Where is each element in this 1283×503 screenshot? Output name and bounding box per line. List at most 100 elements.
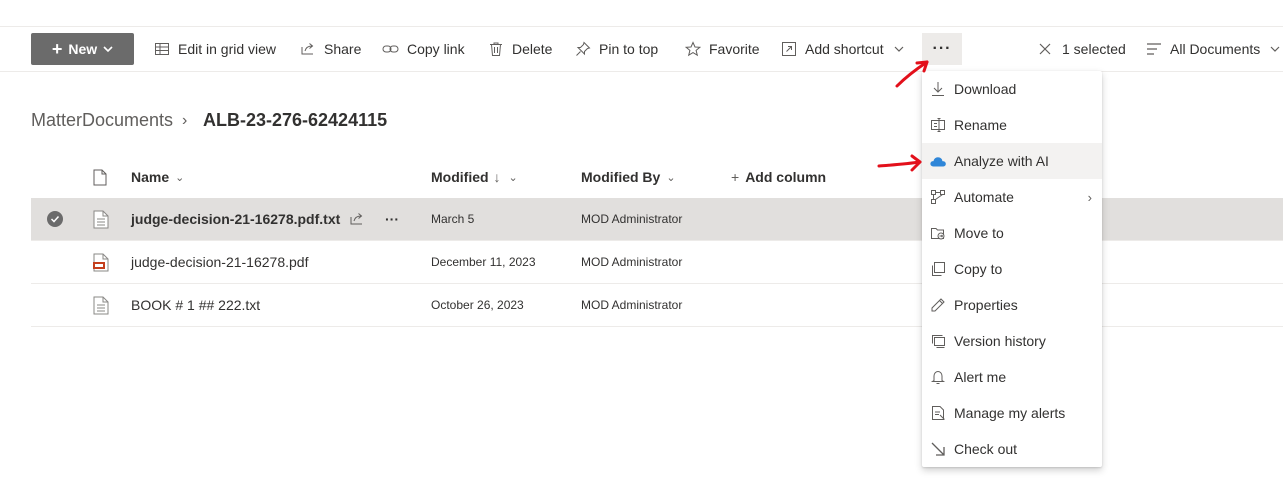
rename-icon [922,117,954,133]
edit-grid-view-button[interactable]: Edit in grid view [154,33,276,65]
clear-selection-button[interactable]: 1 selected [1038,33,1126,65]
menu-item-label: Copy to [954,261,1003,277]
move-to-icon [922,225,954,241]
annotation-arrow [895,60,929,88]
edit-grid-label: Edit in grid view [178,41,277,57]
copy-to-icon [922,261,954,277]
top-divider [0,26,1283,27]
text-file-icon [93,198,109,240]
more-actions-menu: Download Rename Analyze with AI Automate… [922,71,1102,467]
annotation-arrow [877,154,922,172]
row-more-icon[interactable]: ··· [385,198,399,240]
modified-by[interactable]: MOD Administrator [581,241,682,283]
chevron-down-icon: ⌄ [175,171,185,184]
file-type-header[interactable] [93,156,107,198]
plus-icon: + [51,39,63,59]
pdf-file-icon [93,241,110,283]
add-column-button[interactable]: + Add column [731,156,826,198]
selection-count: 1 selected [1062,41,1126,57]
breadcrumb-separator: › [182,112,188,129]
trash-icon [490,42,502,56]
chevron-down-icon: ⌄ [508,171,518,184]
add-shortcut-button[interactable]: Add shortcut [781,33,904,65]
new-button[interactable]: + New [31,33,134,65]
share-icon[interactable] [349,198,365,240]
file-name-link[interactable]: judge-decision-21-16278.pdf.txt [131,198,340,240]
pin-to-top-label: Pin to top [599,41,659,57]
chevron-down-icon [894,46,904,52]
menu-item-label: Check out [954,441,1018,457]
shortcut-icon [782,42,796,56]
sort-descending-icon: ↓ [493,169,501,185]
favorite-label: Favorite [709,41,760,57]
view-list-icon [1147,43,1161,55]
menu-item-analyze-with-ai[interactable]: Analyze with AI [922,143,1102,179]
menu-item-label: Download [954,81,1017,97]
menu-item-label: Alert me [954,369,1007,385]
share-button[interactable]: Share [300,33,361,65]
modified-date: October 26, 2023 [431,298,524,312]
row-checkmark-icon[interactable] [47,211,63,227]
star-icon [685,41,701,57]
favorite-button[interactable]: Favorite [685,33,760,65]
menu-item-properties[interactable]: Properties [922,287,1102,323]
pin-to-top-button[interactable]: Pin to top [575,33,658,65]
link-icon [382,45,399,53]
new-button-label: New [68,41,98,57]
pin-icon [576,41,591,56]
menu-item-version-history[interactable]: Version history [922,323,1102,359]
modified-by[interactable]: MOD Administrator [581,198,682,240]
menu-item-label: Properties [954,297,1018,313]
modified-by-column-header[interactable]: Modified By ⌄ [581,156,676,198]
menu-item-copy-to[interactable]: Copy to [922,251,1102,287]
manage-alerts-icon [922,405,954,421]
menu-item-label: Version history [954,333,1046,349]
menu-item-label: Manage my alerts [954,405,1066,421]
modified-header-label: Modified [431,169,489,185]
modified-date: December 11, 2023 [431,255,536,269]
view-switcher[interactable]: All Documents [1146,33,1280,65]
cloud-ai-icon [922,154,954,168]
text-file-icon [93,284,109,326]
menu-item-rename[interactable]: Rename [922,107,1102,143]
share-label: Share [324,41,362,57]
menu-item-alert-me[interactable]: Alert me [922,359,1102,395]
document-icon [93,169,107,185]
breadcrumb-root[interactable]: MatterDocuments [31,110,173,131]
menu-item-label: Rename [954,117,1007,133]
close-icon [1039,43,1051,55]
plus-icon: + [731,169,740,185]
view-label: All Documents [1170,41,1261,57]
modified-date: March 5 [431,212,475,226]
chevron-down-icon [103,46,113,53]
delete-label: Delete [512,41,553,57]
delete-button[interactable]: Delete [488,33,552,65]
file-name-link[interactable]: BOOK # 1 ## 222.txt [131,284,260,326]
modified-by[interactable]: MOD Administrator [581,284,682,326]
copy-link-button[interactable]: Copy link [382,33,465,65]
name-header-label: Name [131,169,170,185]
modified-column-header[interactable]: Modified ↓ ⌄ [431,156,518,198]
chevron-down-icon [1270,46,1280,52]
menu-item-download[interactable]: Download [922,71,1102,107]
grid-icon [155,43,169,55]
pencil-icon [922,297,954,313]
menu-item-check-out[interactable]: Check out [922,431,1102,467]
command-bar: + New Edit in grid view Share Copy link … [0,31,1283,72]
more-icon: ··· [932,40,952,57]
breadcrumb-current: ALB-23-276-62424115 [203,110,388,130]
menu-item-manage-my-alerts[interactable]: Manage my alerts [922,395,1102,431]
chevron-down-icon: ⌄ [666,171,676,184]
file-name-link[interactable]: judge-decision-21-16278.pdf [131,241,308,283]
menu-item-label: Move to [954,225,1004,241]
menu-item-move-to[interactable]: Move to [922,215,1102,251]
add-shortcut-label: Add shortcut [805,41,884,57]
menu-item-automate[interactable]: Automate › [922,179,1102,215]
chevron-right-icon: › [1087,189,1092,205]
menu-item-label: Automate [954,189,1014,205]
bell-icon [922,369,954,385]
modified-by-header-label: Modified By [581,169,661,185]
automate-icon [922,189,954,205]
check-out-icon [922,441,954,457]
name-column-header[interactable]: Name ⌄ [131,156,184,198]
